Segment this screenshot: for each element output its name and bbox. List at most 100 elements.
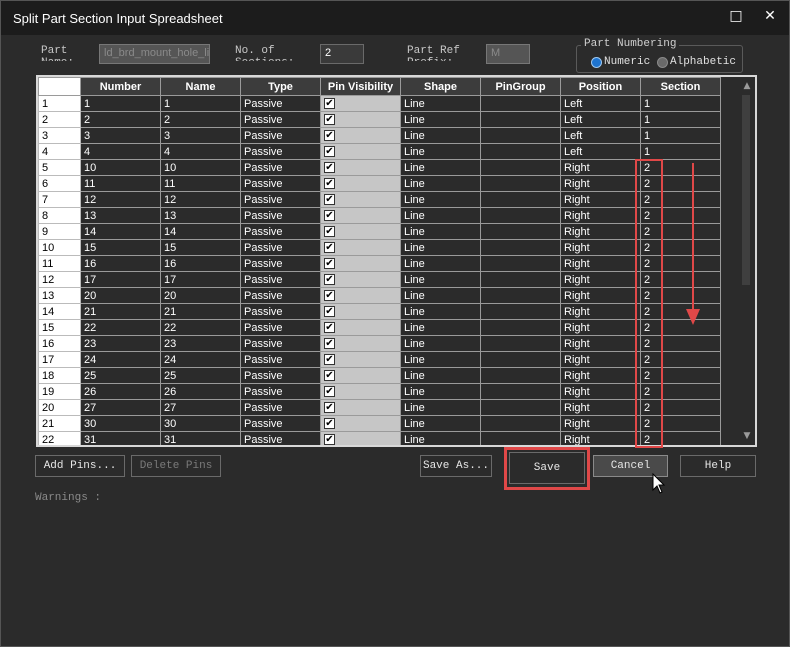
type-cell[interactable]: Passive <box>240 335 321 352</box>
type-cell[interactable]: Passive <box>240 255 321 272</box>
position-cell[interactable]: Right <box>560 255 641 272</box>
pingroup-cell[interactable] <box>480 95 561 112</box>
type-cell[interactable]: Passive <box>240 207 321 224</box>
pin-visibility-checkbox[interactable]: ✔ <box>324 434 335 445</box>
name-cell[interactable]: 17 <box>160 271 241 288</box>
pin-visibility-checkbox[interactable]: ✔ <box>324 402 335 414</box>
shape-cell[interactable]: Line <box>400 415 481 432</box>
table-row[interactable]: 12 17 17 Passive ✔ Line Right 2 <box>38 271 721 288</box>
row-number-cell[interactable]: 21 <box>38 415 81 432</box>
pin-visibility-cell[interactable]: ✔ <box>320 399 401 416</box>
row-number-cell[interactable]: 7 <box>38 191 81 208</box>
section-cell[interactable]: 1 <box>640 95 721 112</box>
name-cell[interactable]: 15 <box>160 239 241 256</box>
scroll-thumb[interactable] <box>742 95 750 285</box>
pingroup-cell[interactable] <box>480 223 561 240</box>
pin-visibility-cell[interactable]: ✔ <box>320 271 401 288</box>
shape-cell[interactable]: Line <box>400 335 481 352</box>
pin-visibility-cell[interactable]: ✔ <box>320 303 401 320</box>
pin-visibility-cell[interactable]: ✔ <box>320 367 401 384</box>
section-cell[interactable]: 1 <box>640 111 721 128</box>
column-header[interactable]: PinGroup <box>480 77 561 96</box>
pin-visibility-cell[interactable]: ✔ <box>320 223 401 240</box>
shape-cell[interactable]: Line <box>400 175 481 192</box>
position-cell[interactable]: Right <box>560 223 641 240</box>
number-cell[interactable]: 10 <box>80 159 161 176</box>
pin-visibility-cell[interactable]: ✔ <box>320 159 401 176</box>
number-cell[interactable]: 27 <box>80 399 161 416</box>
pingroup-cell[interactable] <box>480 431 561 445</box>
shape-cell[interactable]: Line <box>400 287 481 304</box>
pingroup-cell[interactable] <box>480 159 561 176</box>
row-number-cell[interactable]: 16 <box>38 335 81 352</box>
shape-cell[interactable]: Line <box>400 191 481 208</box>
table-row[interactable]: 22 31 31 Passive ✔ Line Right 2 <box>38 431 721 445</box>
pin-visibility-cell[interactable]: ✔ <box>320 143 401 160</box>
save-as-button[interactable]: Save As... <box>420 455 492 477</box>
position-cell[interactable]: Right <box>560 415 641 432</box>
number-cell[interactable]: 22 <box>80 319 161 336</box>
name-cell[interactable]: 20 <box>160 287 241 304</box>
name-cell[interactable]: 3 <box>160 127 241 144</box>
table-row[interactable]: 18 25 25 Passive ✔ Line Right 2 <box>38 367 721 384</box>
pingroup-cell[interactable] <box>480 415 561 432</box>
pingroup-cell[interactable] <box>480 255 561 272</box>
maximize-icon[interactable]: □ <box>723 5 749 27</box>
shape-cell[interactable]: Line <box>400 127 481 144</box>
column-header[interactable]: Name <box>160 77 241 96</box>
column-header[interactable]: Number <box>80 77 161 96</box>
shape-cell[interactable]: Line <box>400 303 481 320</box>
position-cell[interactable]: Left <box>560 111 641 128</box>
position-cell[interactable]: Right <box>560 367 641 384</box>
section-cell[interactable]: 1 <box>640 127 721 144</box>
shape-cell[interactable]: Line <box>400 383 481 400</box>
help-button[interactable]: Help <box>680 455 756 477</box>
pingroup-cell[interactable] <box>480 335 561 352</box>
pin-visibility-cell[interactable]: ✔ <box>320 319 401 336</box>
pin-visibility-cell[interactable]: ✔ <box>320 255 401 272</box>
pingroup-cell[interactable] <box>480 143 561 160</box>
type-cell[interactable]: Passive <box>240 143 321 160</box>
pingroup-cell[interactable] <box>480 287 561 304</box>
shape-cell[interactable]: Line <box>400 399 481 416</box>
row-number-cell[interactable]: 14 <box>38 303 81 320</box>
table-row[interactable]: 17 24 24 Passive ✔ Line Right 2 <box>38 351 721 368</box>
scroll-down-icon[interactable]: ▼ <box>741 431 753 441</box>
name-cell[interactable]: 14 <box>160 223 241 240</box>
table-row[interactable]: 14 21 21 Passive ✔ Line Right 2 <box>38 303 721 320</box>
position-cell[interactable]: Left <box>560 95 641 112</box>
type-cell[interactable]: Passive <box>240 111 321 128</box>
name-cell[interactable]: 1 <box>160 95 241 112</box>
column-header[interactable]: Position <box>560 77 641 96</box>
number-cell[interactable]: 21 <box>80 303 161 320</box>
sections-field[interactable]: 2 <box>320 44 364 64</box>
table-row[interactable]: 8 13 13 Passive ✔ Line Right 2 <box>38 207 721 224</box>
pin-visibility-checkbox[interactable]: ✔ <box>324 274 335 286</box>
column-header[interactable]: Pin Visibility <box>320 77 401 96</box>
table-row[interactable]: 4 4 4 Passive ✔ Line Left 1 <box>38 143 721 160</box>
row-number-cell[interactable]: 2 <box>38 111 81 128</box>
shape-cell[interactable]: Line <box>400 255 481 272</box>
pin-visibility-cell[interactable]: ✔ <box>320 207 401 224</box>
position-cell[interactable]: Left <box>560 127 641 144</box>
pin-visibility-cell[interactable]: ✔ <box>320 111 401 128</box>
table-row[interactable]: 15 22 22 Passive ✔ Line Right 2 <box>38 319 721 336</box>
pingroup-cell[interactable] <box>480 207 561 224</box>
table-row[interactable]: 7 12 12 Passive ✔ Line Right 2 <box>38 191 721 208</box>
type-cell[interactable]: Passive <box>240 159 321 176</box>
delete-pins-button[interactable]: Delete Pins <box>131 455 221 477</box>
number-cell[interactable]: 16 <box>80 255 161 272</box>
name-cell[interactable]: 11 <box>160 175 241 192</box>
name-cell[interactable]: 2 <box>160 111 241 128</box>
pin-visibility-cell[interactable]: ✔ <box>320 431 401 445</box>
position-cell[interactable]: Right <box>560 271 641 288</box>
pingroup-cell[interactable] <box>480 319 561 336</box>
pin-visibility-cell[interactable]: ✔ <box>320 335 401 352</box>
pingroup-cell[interactable] <box>480 111 561 128</box>
pin-visibility-checkbox[interactable]: ✔ <box>324 290 335 302</box>
number-cell[interactable]: 26 <box>80 383 161 400</box>
pingroup-cell[interactable] <box>480 239 561 256</box>
position-cell[interactable]: Right <box>560 191 641 208</box>
pin-visibility-checkbox[interactable]: ✔ <box>324 322 335 334</box>
pin-visibility-checkbox[interactable]: ✔ <box>324 210 335 222</box>
